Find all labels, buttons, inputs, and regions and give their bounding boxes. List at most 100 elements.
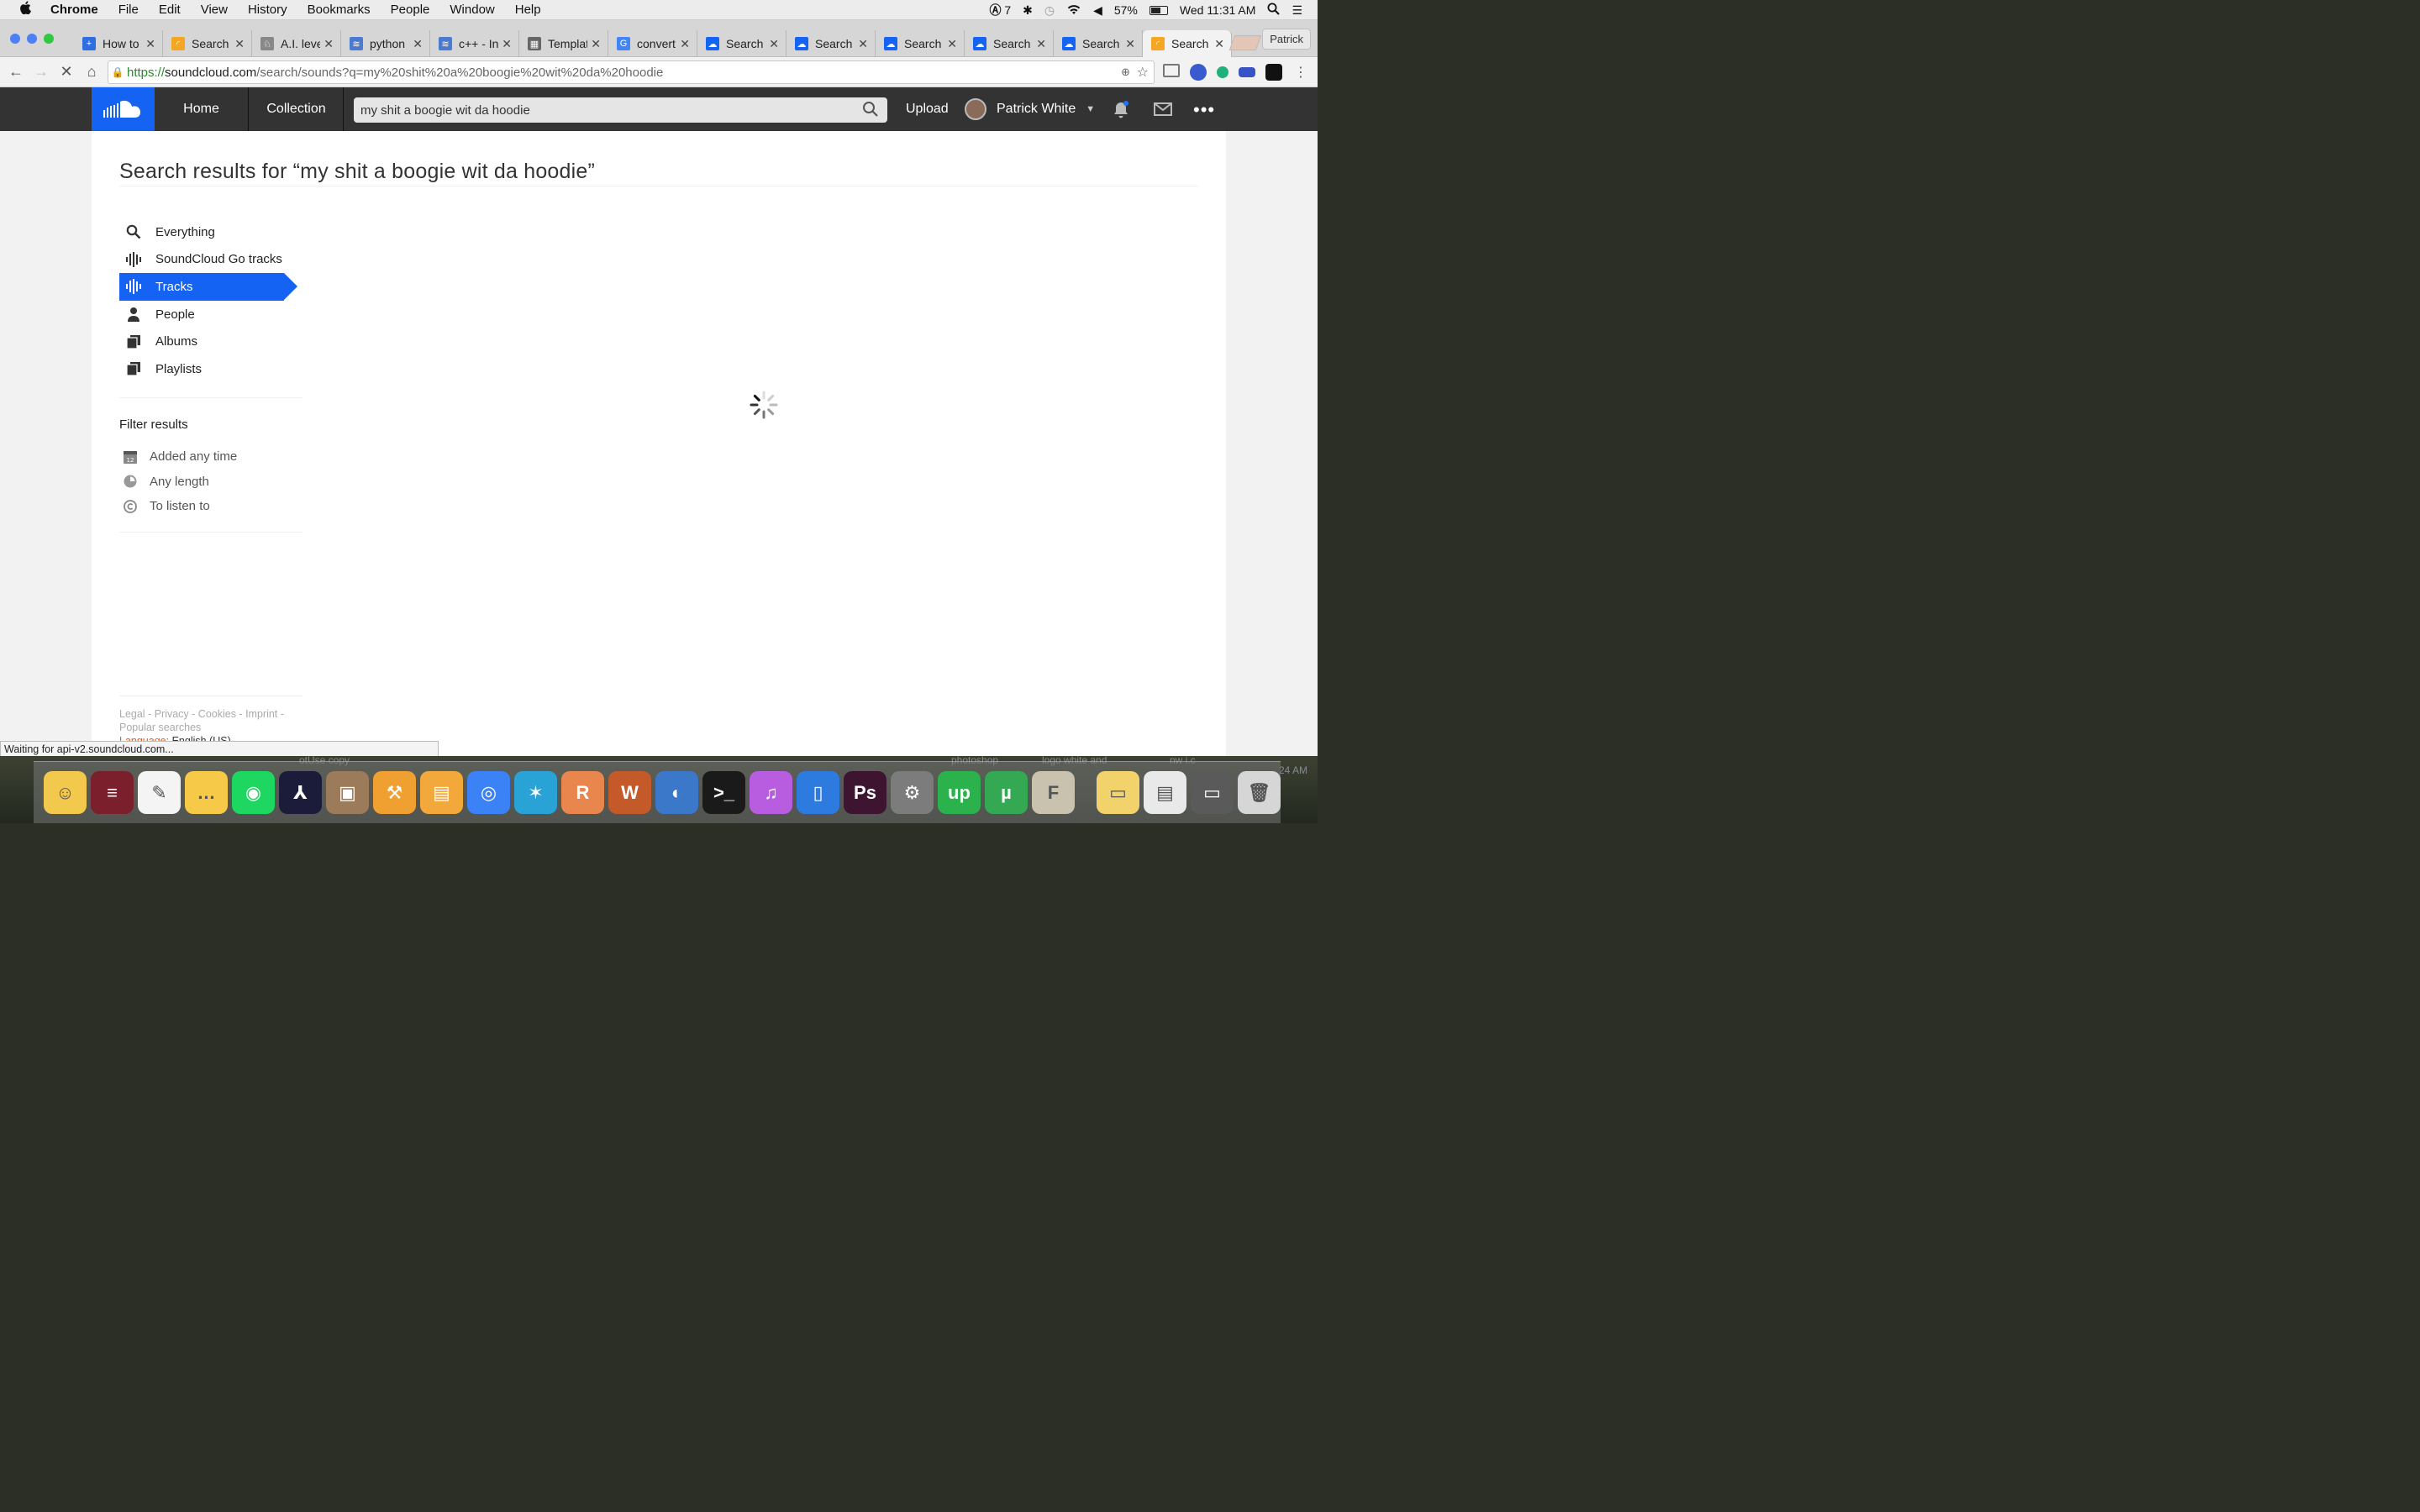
zoom-window-button[interactable] (44, 34, 54, 44)
adobe-cc-icon[interactable]: Ⓐ 7 (989, 2, 1011, 18)
browser-tab[interactable]: ☁ Search ✕ (786, 30, 876, 57)
sidebar-item-everything[interactable]: Everything (119, 218, 302, 246)
more-options-button[interactable]: ••• (1193, 99, 1215, 121)
sublime-icon[interactable]: ≡ (91, 771, 134, 814)
sidebar-item-people[interactable]: People (119, 301, 302, 328)
sidebar-item-albums[interactable]: Albums (119, 328, 302, 355)
menu-history[interactable]: History (248, 3, 287, 17)
sidebar-item-playlists[interactable]: Playlists (119, 355, 302, 383)
close-tab-icon[interactable]: ✕ (234, 37, 245, 51)
close-tab-icon[interactable]: ✕ (145, 37, 155, 51)
wifi-icon[interactable] (1066, 3, 1081, 18)
messages-mail-icon[interactable] (1154, 102, 1172, 120)
close-tab-icon[interactable]: ✕ (1036, 37, 1046, 51)
close-tab-icon[interactable]: ✕ (324, 37, 334, 51)
close-tab-icon[interactable]: ✕ (413, 37, 423, 51)
desktop-file-label[interactable]: 24 AM (1279, 764, 1307, 776)
battery-icon[interactable] (1149, 5, 1168, 15)
forward-button[interactable]: → (29, 63, 54, 81)
close-tab-icon[interactable]: ✕ (591, 37, 601, 51)
upload-link[interactable]: Upload (906, 87, 949, 131)
chrome-menu-icon[interactable]: ⋮ (1292, 64, 1309, 81)
browser-tab[interactable]: ☁ Search ✕ (965, 30, 1054, 57)
sofa-extension-icon[interactable] (1239, 67, 1255, 77)
notifications-bell-icon[interactable] (1113, 101, 1129, 123)
menu-app-chrome[interactable]: Chrome (50, 3, 98, 17)
menu-people[interactable]: People (391, 3, 430, 17)
finder-icon[interactable]: ☺ (44, 771, 87, 814)
menu-help[interactable]: Help (515, 3, 541, 17)
notification-center-icon[interactable]: ☰ (1292, 3, 1302, 18)
menu-view[interactable]: View (201, 3, 228, 17)
abp-extension-icon[interactable] (1190, 64, 1207, 81)
volume-icon[interactable]: ◀ (1093, 3, 1102, 18)
bookmark-star-icon[interactable]: ☆ (1137, 64, 1149, 81)
filter-to-listen-to[interactable]: To listen to (119, 494, 237, 519)
minimize-window-button[interactable] (27, 34, 37, 44)
menu-edit[interactable]: Edit (159, 3, 181, 17)
photoshop-icon[interactable]: Ps (844, 771, 886, 814)
itunes-icon[interactable]: ♫ (750, 771, 792, 814)
browser-tab[interactable]: + How to ✕ (74, 30, 163, 57)
close-tab-icon[interactable]: ✕ (1214, 37, 1224, 51)
fontforge-icon[interactable]: F (1032, 771, 1075, 814)
messages-icon[interactable]: … (185, 771, 228, 814)
chrome-icon[interactable]: ◎ (467, 771, 510, 814)
ibooks-icon[interactable]: ▯ (797, 771, 839, 814)
back-button[interactable]: ← (3, 63, 29, 81)
spotify-icon[interactable]: ◉ (232, 771, 275, 814)
browser-tab[interactable]: ≋ c++ - In ✕ (430, 30, 519, 57)
safari-icon[interactable]: ◐ (655, 771, 698, 814)
system-preferences-icon[interactable]: ⚙ (891, 771, 934, 814)
stop-loading-button[interactable]: ✕ (54, 63, 79, 81)
close-window-button[interactable] (10, 34, 20, 44)
address-bar[interactable]: 🔒 https://soundcloud.com/search/sounds?q… (108, 60, 1155, 84)
grammarly-extension-icon[interactable] (1217, 66, 1228, 78)
secure-lock-icon[interactable]: 🔒 (108, 66, 127, 78)
close-tab-icon[interactable]: ✕ (680, 37, 690, 51)
soundcloud-logo[interactable] (92, 87, 155, 131)
acrobat-icon[interactable]: ⅄ (279, 771, 322, 814)
translate-icon[interactable]: ⊕ (1121, 66, 1130, 79)
close-tab-icon[interactable]: ✕ (858, 37, 868, 51)
menu-window[interactable]: Window (450, 3, 494, 17)
new-tab-button[interactable] (1228, 35, 1262, 50)
downloads-stack-icon[interactable]: ▤ (1144, 771, 1186, 814)
menu-bookmarks[interactable]: Bookmarks (308, 3, 371, 17)
rstudio-icon[interactable]: R (561, 771, 604, 814)
home-button[interactable]: ⌂ (79, 63, 104, 81)
nav-collection[interactable]: Collection (250, 87, 344, 131)
webstorm-icon[interactable]: ✶ (514, 771, 557, 814)
browser-tab[interactable]: ☁ Search ✕ (876, 30, 965, 57)
browser-tab[interactable]: ▦ Templat ✕ (519, 30, 608, 57)
close-tab-icon[interactable]: ✕ (502, 37, 512, 51)
footer-popular-searches-link[interactable]: Popular searches (119, 722, 201, 733)
apple-menu-icon[interactable] (0, 1, 50, 18)
close-tab-icon[interactable]: ✕ (769, 37, 779, 51)
upwork-icon[interactable]: up (938, 771, 981, 814)
close-tab-icon[interactable]: ✕ (1125, 37, 1135, 51)
browser-tab[interactable]: Gconvert ✕ (608, 30, 697, 57)
browser-tab[interactable]: ◜ Search ✕ (163, 30, 252, 57)
filter-any-length[interactable]: Any length (119, 470, 237, 495)
browser-tab[interactable]: ☁ Search ✕ (1054, 30, 1143, 57)
sidebar-item-soundcloud-go-tracks[interactable]: SoundCloud Go tracks (119, 246, 302, 274)
browser-tab[interactable]: ≋ python ✕ (341, 30, 430, 57)
notes-icon[interactable]: ✎ (138, 771, 181, 814)
browser-tab[interactable]: ◜ Search ✕ (1143, 30, 1232, 57)
folder-icon[interactable]: ▭ (1097, 771, 1139, 814)
filter-added-any-time[interactable]: 12 Added any time (119, 444, 237, 470)
footer-imprint-link[interactable]: Imprint (245, 708, 277, 720)
instruments-icon[interactable]: ▤ (420, 771, 463, 814)
terminal-icon[interactable]: >_ (702, 771, 745, 814)
footer-cookies-link[interactable]: Cookies (198, 708, 236, 720)
nav-home[interactable]: Home (155, 87, 249, 131)
footer-legal-link[interactable]: Legal (119, 708, 145, 720)
trash-icon[interactable]: 🗑 (1238, 771, 1281, 814)
user-menu[interactable]: Patrick White ▼ (965, 87, 1095, 131)
xcode-icon[interactable]: ⚒ (373, 771, 416, 814)
time-machine-icon[interactable]: ◷ (1044, 3, 1055, 18)
close-tab-icon[interactable]: ✕ (947, 37, 957, 51)
footer-privacy-link[interactable]: Privacy (155, 708, 189, 720)
pockity-extension-icon[interactable] (1265, 64, 1282, 81)
